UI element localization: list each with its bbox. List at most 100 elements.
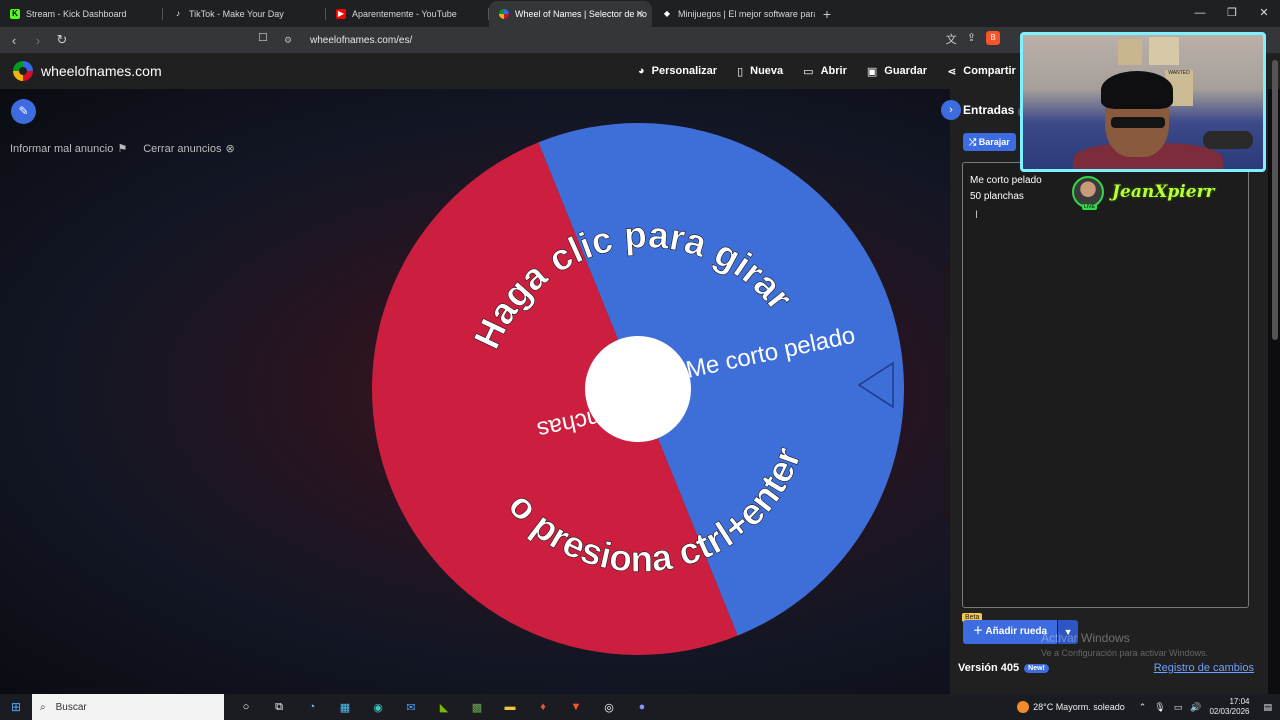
menu-label: Personalizar: [651, 65, 718, 77]
new-file-icon: ▯: [737, 65, 744, 78]
streamer-name: JeanXpierr: [1112, 182, 1215, 202]
kick-icon: K: [10, 9, 20, 19]
version-label: Versión 405 New!: [958, 662, 1049, 674]
address-bar[interactable]: ⚙ wheelofnames.com/es/: [256, 30, 1000, 50]
taskbar-apps: ○ ⧉ ◔ ▦ ◉ ✉ ◣ ▩ ▬ ♦ ▼ ◎ ●: [234, 701, 654, 714]
spin-wheel[interactable]: Me corto pelado 50 planchas Haga clic pa…: [372, 123, 904, 655]
tiktok-icon: ♪: [176, 9, 180, 18]
brave-shield-icon[interactable]: B: [986, 31, 1000, 45]
wheel-icon: [499, 9, 509, 19]
forward-icon[interactable]: ›: [28, 33, 48, 48]
menu-label: Guardar: [884, 65, 928, 77]
weather-widget[interactable]: 28°C Mayorm. soleado: [1017, 701, 1125, 713]
new-badge: New!: [1024, 663, 1049, 673]
tab-wheel-of-names[interactable]: Wheel of Names | Selector de no ✕: [489, 1, 652, 27]
system-tray: 28°C Mayorm. soleado ⌃ 🎙 ▭ 🔊 17:04 02/03…: [1017, 694, 1280, 720]
clock-time: 17:04: [1229, 697, 1250, 706]
share-page-icon[interactable]: ⇪: [967, 31, 976, 47]
discord-icon[interactable]: ●: [630, 701, 654, 714]
toolbar-actions: 文 ⇪ B: [946, 31, 1000, 47]
brave-icon[interactable]: ▼: [564, 701, 588, 714]
share-button[interactable]: ⋖ Compartir: [947, 65, 1016, 78]
new-button[interactable]: ▯ Nueva: [737, 65, 783, 78]
store-icon[interactable]: ▦: [333, 701, 357, 714]
new-tab-button[interactable]: +: [815, 1, 839, 27]
url-text: wheelofnames.com/es/: [310, 34, 413, 46]
edge-icon[interactable]: ◉: [366, 701, 390, 714]
collapse-panel-icon[interactable]: ›: [941, 100, 961, 120]
site-info-icon[interactable]: ⚙: [284, 35, 300, 46]
window-controls: — ❐ ✕: [1184, 0, 1280, 27]
mail-icon[interactable]: ✉: [399, 701, 423, 714]
streamer-hair: [1101, 71, 1173, 109]
close-tab-icon[interactable]: ✕: [636, 9, 644, 20]
obs-icon[interactable]: ◎: [597, 701, 621, 714]
translate-icon[interactable]: 文: [946, 31, 957, 47]
text-cursor-icon: I: [975, 209, 979, 221]
speed-icon[interactable]: ◔: [300, 701, 324, 714]
microphone-icon[interactable]: 🎙: [1154, 702, 1165, 713]
tray-chevron-icon[interactable]: ⌃: [1139, 702, 1147, 713]
site-name[interactable]: wheelofnames.com: [41, 63, 162, 79]
entries-textarea[interactable]: Me corto pelado 50 planchas I: [962, 162, 1249, 608]
tab-tiktok[interactable]: ♪ TikTok - Make Your Day: [163, 1, 326, 27]
reload-icon[interactable]: ↻: [52, 32, 72, 48]
app-icon[interactable]: ♦: [531, 701, 555, 714]
notifications-icon[interactable]: ▤: [1263, 702, 1272, 713]
tab-title: Stream - Kick Dashboard: [26, 9, 127, 19]
save-button[interactable]: ▣ Guardar: [867, 65, 927, 78]
minecraft-icon[interactable]: ▩: [465, 701, 489, 714]
restore-icon[interactable]: ❐: [1216, 0, 1248, 27]
shuffle-button[interactable]: ⤮ Barajar: [963, 133, 1016, 151]
volume-icon[interactable]: 🔊: [1190, 702, 1201, 713]
tab-youtube[interactable]: ▶ Aparentemente - YouTube: [326, 1, 489, 27]
shuffle-icon: ⤮: [969, 137, 979, 147]
ad-links: Informar mal anuncio ⚑ Cerrar anuncios ⊗: [10, 142, 235, 155]
tab-title: Aparentemente - YouTube: [352, 9, 457, 19]
nvidia-icon[interactable]: ◣: [432, 701, 456, 714]
network-icon[interactable]: ▭: [1174, 702, 1183, 713]
browser-tab-strip: K Stream - Kick Dashboard ♪ TikTok - Mak…: [0, 0, 1280, 27]
menu-label: Compartir: [963, 65, 1016, 77]
plus-icon: ＋: [973, 626, 986, 637]
wheel-logo-icon[interactable]: [13, 61, 33, 81]
windows-start-icon[interactable]: ⊞: [0, 700, 32, 714]
customize-button[interactable]: ◕ Personalizar: [638, 65, 717, 77]
page-scrollbar[interactable]: [1272, 60, 1278, 340]
cortana-icon[interactable]: ○: [234, 701, 258, 714]
palette-icon: ◕: [638, 65, 645, 77]
clock[interactable]: 17:04 02/03/2026: [1209, 697, 1249, 717]
task-view-icon[interactable]: ⧉: [267, 701, 291, 714]
changelog-link[interactable]: Registro de cambios: [1154, 662, 1254, 674]
sun-icon: [1017, 701, 1030, 713]
tab-minijuegos[interactable]: ◆ Minijuegos | El mejor software para p: [652, 1, 815, 27]
search-placeholder: Buscar: [55, 701, 87, 713]
activate-windows-title: Activar Windows: [1041, 631, 1130, 645]
edit-pencil-icon[interactable]: ✎: [11, 99, 36, 124]
open-button[interactable]: ▭ Abrir: [803, 65, 847, 78]
close-ads-link[interactable]: Cerrar anuncios ⊗: [143, 142, 234, 155]
report-ad-link[interactable]: Informar mal anuncio ⚑: [10, 142, 127, 155]
flag-icon: ⚑: [117, 143, 128, 155]
search-icon: ⌕: [40, 701, 46, 713]
site-menu: ◕ Personalizar ▯ Nueva ▭ Abrir ▣ Guardar…: [638, 53, 1016, 89]
tab-kick[interactable]: K Stream - Kick Dashboard: [0, 1, 163, 27]
menu-label: Nueva: [750, 65, 784, 77]
bookmark-icon[interactable]: ☐: [258, 31, 268, 44]
save-icon: ▣: [866, 65, 878, 78]
back-icon[interactable]: ‹: [4, 33, 24, 48]
youtube-icon: ▶: [336, 9, 346, 19]
live-badge: LIVE: [1082, 204, 1097, 210]
close-window-icon[interactable]: ✕: [1248, 0, 1280, 27]
tab-title: TikTok - Make Your Day: [189, 9, 284, 19]
minimize-icon[interactable]: —: [1184, 0, 1216, 27]
wall-poster: [1149, 37, 1179, 65]
share-icon: ⋖: [947, 65, 957, 78]
tab-title: Minijuegos | El mejor software para p: [678, 9, 815, 19]
taskbar-search[interactable]: ⌕ Buscar: [32, 694, 224, 720]
sunglasses: [1111, 117, 1165, 128]
microphone: [1203, 131, 1253, 149]
menu-label: Abrir: [820, 65, 847, 77]
wheel-area: ✎ Informar mal anuncio ⚑ Cerrar anuncios ⊗…: [0, 89, 950, 694]
file-explorer-icon[interactable]: ▬: [498, 701, 522, 714]
